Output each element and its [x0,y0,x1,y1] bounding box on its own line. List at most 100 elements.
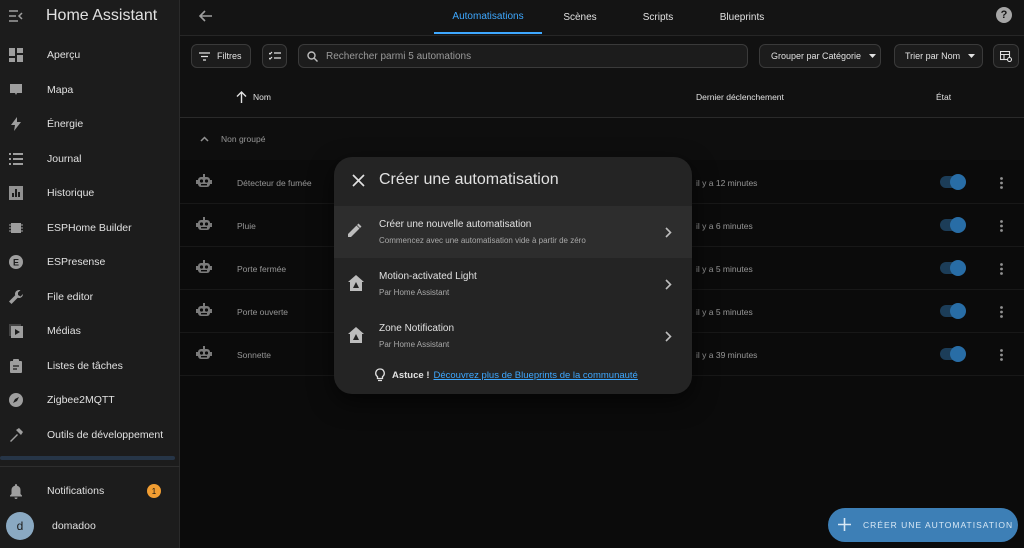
lightning-icon [8,116,24,132]
create-automation-dialog: Créer une automatisation Créer une nouve… [334,157,692,394]
chevron-right-icon [664,277,676,290]
group-by-label: Grouper par Catégorie [771,51,862,61]
sidebar-item-journal[interactable]: Journal [0,142,179,177]
sidebar-item-notifications[interactable]: Notifications 1 [0,474,180,509]
menu-collapse-icon[interactable] [8,8,24,24]
chart-icon [8,185,24,201]
sidebar-item-label: Zigbee2MQTT [47,394,115,407]
option-subtitle: Par Home Assistant [379,340,450,349]
community-blueprints-link[interactable]: Découvrez plus de Blueprints de la commu… [433,370,637,381]
sidebar-item-zigbee2mqtt[interactable]: Zigbee2MQTT [0,383,179,418]
caret-down-icon [869,54,877,58]
sidebar-item-label: Médias [47,325,81,338]
sidebar: Home Assistant Aperçu Mapa Énergie Journal H… [0,0,180,548]
lightbulb-icon [374,368,388,382]
map-marker-icon [8,82,24,98]
espresense-icon: E [8,254,24,270]
tab-scenes[interactable]: Scènes [550,0,610,34]
pencil-icon [348,223,364,239]
sort-name-header[interactable]: Nom [236,76,271,118]
sidebar-item-label: ESPHome Builder [47,221,132,234]
column-last-triggered[interactable]: Dernier déclenchement [696,76,784,118]
sidebar-header: Home Assistant [0,0,179,32]
sidebar-nav: Aperçu Mapa Énergie Journal Historique ESPHom… [0,38,179,452]
sidebar-item-label: File editor [47,290,94,303]
sidebar-item-label: Aperçu [47,49,81,62]
sidebar-item-file-editor[interactable]: File editor [0,280,179,315]
clipboard-icon [8,358,24,374]
sidebar-item-label: Énergie [47,118,84,131]
filter-icon [199,50,211,62]
sidebar-item-profile[interactable]: d domadoo [0,509,180,543]
sidebar-title: Home Assistant [46,7,158,24]
close-icon[interactable] [352,174,366,188]
sidebar-item-espresense[interactable]: E ESPresense [0,245,179,280]
tab-automatisations[interactable]: Automatisations [434,0,542,34]
sidebar-item-energie[interactable]: Énergie [0,107,179,142]
sidebar-item-label: ESPresense [47,256,106,269]
sidebar-active-indicator [0,456,175,460]
group-by-dropdown[interactable]: Grouper par Catégorie [759,44,881,68]
top-bar: Automatisations Scènes Scripts Blueprint… [180,0,1024,36]
notification-badge: 1 [147,484,161,499]
table-settings-button[interactable] [993,44,1019,68]
dialog-title: Créer une automatisation [379,171,559,188]
sidebar-item-label: Outils de développement [47,428,164,441]
filters-button[interactable]: Filtres [191,44,251,68]
option-title: Zone Notification [379,323,455,334]
sidebar-item-listes-de-taches[interactable]: Listes de tâches [0,349,179,384]
column-name-label: Nom [253,92,271,102]
dialog-option[interactable]: Créer une nouvelle automatisation Commenc… [334,206,692,258]
play-icon [8,323,24,339]
user-name: domadoo [52,519,96,532]
wrench-icon [8,289,24,305]
sort-by-label: Trier par Nom [905,51,961,61]
sidebar-item-medias[interactable]: Médias [0,314,179,349]
blueprint-icon [348,275,364,291]
sidebar-item-label: Journal [47,152,82,165]
tip: Astuce ! Découvrez plus de Blueprints de… [374,368,638,382]
sidebar-item-mapa[interactable]: Mapa [0,73,179,108]
search-input[interactable] [326,50,726,62]
option-title: Motion-activated Light [379,271,477,282]
dialog-option[interactable]: Zone Notification Par Home Assistant [334,310,692,362]
chevron-right-icon [664,329,676,342]
search-box[interactable] [298,44,748,68]
search-icon [307,50,318,62]
dialog-option[interactable]: Motion-activated Light Par Home Assistant [334,258,692,310]
column-state[interactable]: État [936,76,951,118]
toolbar: Filtres Grouper par Catégorie Trier par … [180,36,1024,76]
avatar: d [6,511,34,540]
sidebar-item-label: Mapa [47,83,74,96]
filters-label: Filtres [217,51,242,61]
fab-label: CRÉER UNE AUTOMATISATION [863,520,1014,530]
sidebar-item-apercu[interactable]: Aperçu [0,38,179,73]
create-automation-button[interactable]: CRÉER UNE AUTOMATISATION [828,508,1018,542]
help-icon[interactable]: ? [996,7,1012,23]
app: Home Assistant Aperçu Mapa Énergie Journal H… [0,0,1024,548]
sort-by-dropdown[interactable]: Trier par Nom [894,44,983,68]
list-icon [8,151,24,167]
sidebar-item-esphome-builder[interactable]: ESPHome Builder [0,211,179,246]
tab-blueprints[interactable]: Blueprints [710,0,774,34]
sidebar-divider [0,466,180,467]
sidebar-item-outils-de-developpement[interactable]: Outils de développement [0,418,179,453]
svg-text:E: E [13,258,19,268]
sidebar-item-label: Historique [47,187,95,200]
blueprint-icon [348,327,364,343]
sidebar-bottom: Notifications 1 d domadoo [0,474,180,543]
chevron-right-icon [664,225,676,238]
back-arrow-icon[interactable] [198,8,216,26]
option-title: Créer une nouvelle automatisation [379,219,532,230]
selection-mode-button[interactable] [262,44,287,68]
sidebar-item-historique[interactable]: Historique [0,176,179,211]
tab-scripts[interactable]: Scripts [628,0,688,34]
table-header: Nom Dernier déclenchement État [180,76,1024,118]
chip-icon [8,220,24,236]
sidebar-item-label: Listes de tâches [47,359,123,372]
option-subtitle: Par Home Assistant [379,288,450,297]
sidebar-item-label: Notifications [47,485,105,498]
tip-label: Astuce ! [392,369,430,381]
plus-icon [838,518,852,532]
arrow-up-icon [236,91,247,103]
